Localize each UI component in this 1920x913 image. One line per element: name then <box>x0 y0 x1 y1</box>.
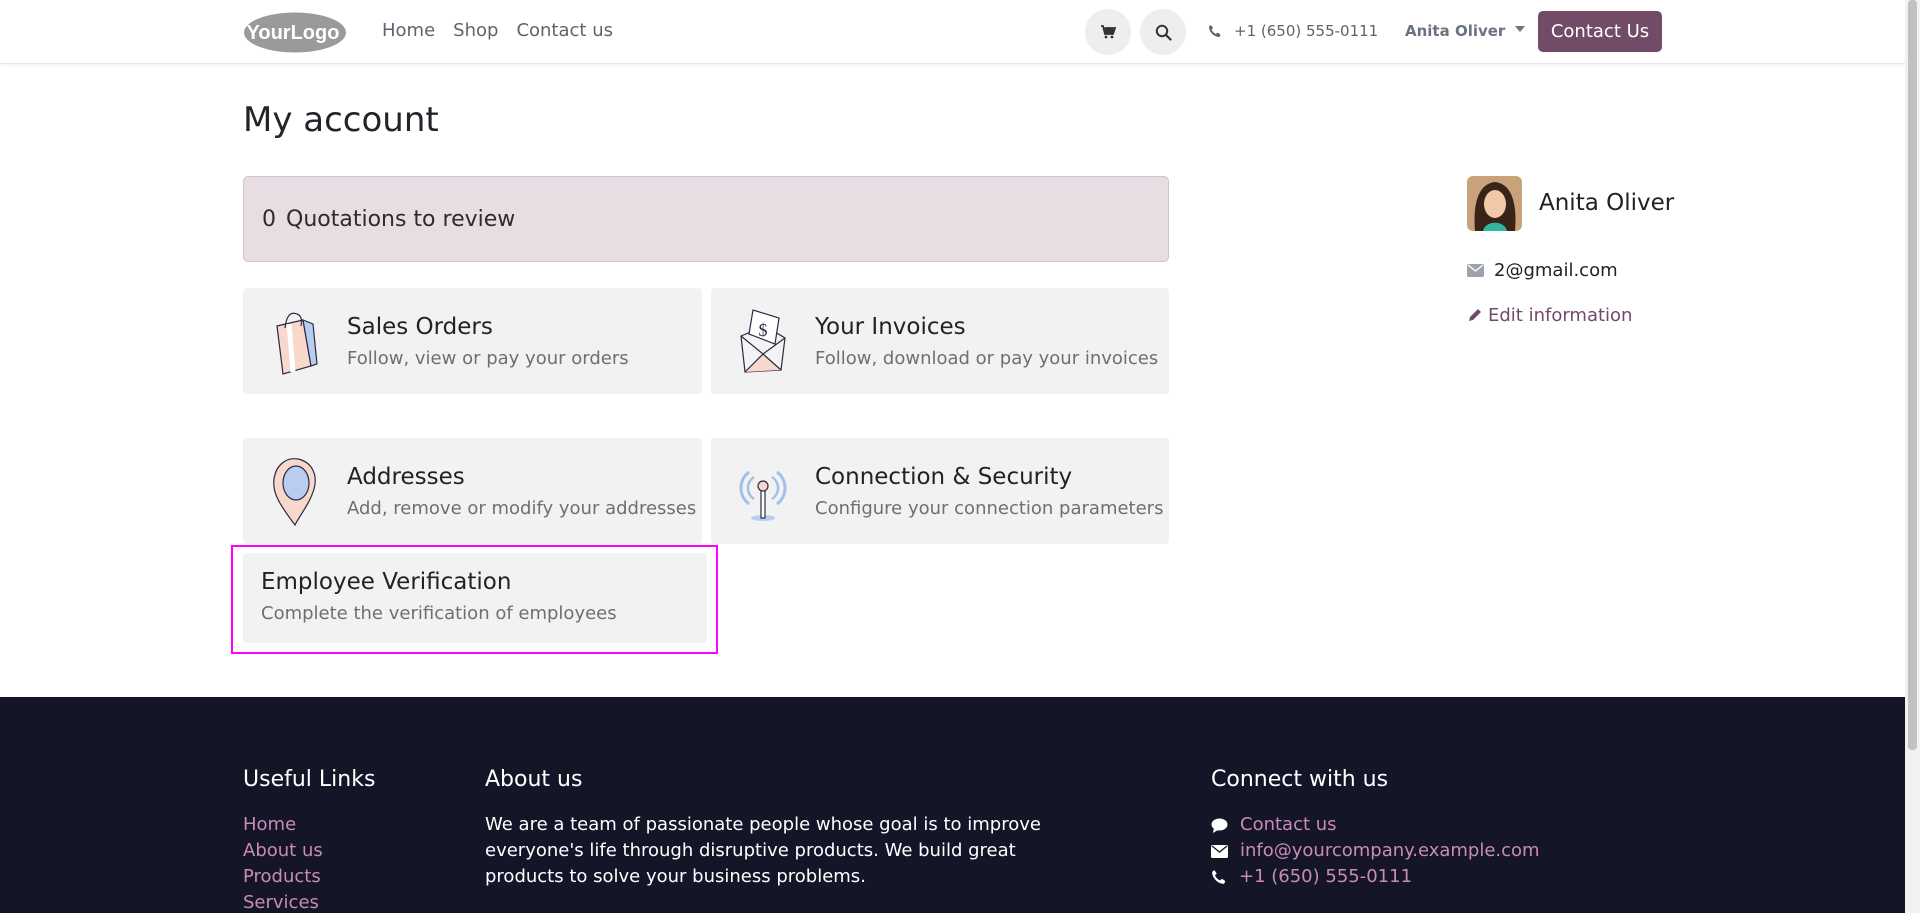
card-title: Connection & Security <box>815 463 1073 490</box>
search-icon <box>1155 24 1172 41</box>
footer-link-services[interactable]: Services <box>243 890 323 913</box>
card-subtitle: Follow, download or pay your invoices <box>815 347 1159 369</box>
card-subtitle: Configure your connection parameters <box>815 497 1164 519</box>
svg-text:$: $ <box>759 320 768 340</box>
cart-button[interactable] <box>1085 9 1131 55</box>
quotations-count: 0 <box>262 206 276 232</box>
footer-link-home[interactable]: Home <box>243 812 323 838</box>
edit-information-label: Edit information <box>1488 305 1633 326</box>
connect-title: Connect with us <box>1211 767 1389 792</box>
cart-icon <box>1101 25 1116 39</box>
header-phone-text: +1 (650) 555-0111 <box>1234 22 1379 40</box>
invoice-envelope-icon: $ <box>740 309 786 373</box>
connect-list: Contact us info@yourcompany.example.com … <box>1211 812 1540 890</box>
card-your-invoices[interactable]: $ Your Invoices Follow, download or pay … <box>711 288 1169 394</box>
main-nav: Home Shop Contact us <box>382 20 613 41</box>
about-us-title: About us <box>485 767 583 792</box>
card-addresses[interactable]: Addresses Add, remove or modify your add… <box>243 438 702 544</box>
profile-email-text: 2@gmail.com <box>1494 260 1618 281</box>
antenna-icon <box>739 470 787 521</box>
card-title: Your Invoices <box>815 313 966 340</box>
quotations-to-review[interactable]: 0 Quotations to review <box>243 176 1169 262</box>
footer-email-label: info@yourcompany.example.com <box>1240 840 1540 861</box>
site-footer: Useful Links Home About us Products Serv… <box>0 697 1905 913</box>
envelope-icon <box>1467 264 1484 277</box>
contact-us-button[interactable]: Contact Us <box>1538 11 1662 52</box>
pencil-icon <box>1469 309 1481 321</box>
footer-contact-us[interactable]: Contact us <box>1211 812 1540 838</box>
nav-shop[interactable]: Shop <box>453 20 498 41</box>
card-title: Sales Orders <box>347 313 493 340</box>
site-header: YourLogo Home Shop Contact us +1 (650) 5… <box>0 0 1905 64</box>
edit-information-link[interactable]: Edit information <box>1467 305 1632 326</box>
quotations-label: Quotations to review <box>286 206 516 232</box>
footer-phone-label: +1 (650) 555-0111 <box>1239 866 1413 887</box>
map-pin-icon <box>273 458 316 527</box>
card-employee-verification[interactable]: Employee Verification Complete the verif… <box>243 553 707 643</box>
phone-icon <box>1209 25 1221 37</box>
footer-email[interactable]: info@yourcompany.example.com <box>1211 838 1540 864</box>
footer-link-products[interactable]: Products <box>243 864 323 890</box>
user-dropdown[interactable]: Anita Oliver <box>1405 22 1526 40</box>
card-title: Employee Verification <box>261 569 512 595</box>
profile-email: 2@gmail.com <box>1467 260 1618 281</box>
nav-contact-us[interactable]: Contact us <box>516 20 613 41</box>
footer-link-about-us[interactable]: About us <box>243 838 323 864</box>
card-subtitle: Follow, view or pay your orders <box>347 347 629 369</box>
envelope-icon <box>1211 844 1228 858</box>
card-connection-security[interactable]: Connection & Security Configure your con… <box>711 438 1169 544</box>
user-name: Anita Oliver <box>1405 22 1506 40</box>
company-logo[interactable]: YourLogo <box>243 12 347 53</box>
page-scrollbar[interactable] <box>1905 0 1920 913</box>
header-phone[interactable]: +1 (650) 555-0111 <box>1208 22 1378 40</box>
card-subtitle: Add, remove or modify your addresses <box>347 497 697 519</box>
chevron-down-icon <box>1515 26 1526 32</box>
card-subtitle: Complete the verification of employees <box>261 603 617 624</box>
chat-icon <box>1211 818 1228 833</box>
about-us-text: We are a team of passionate people whose… <box>485 814 1041 887</box>
profile-name: Anita Oliver <box>1539 190 1675 216</box>
nav-home[interactable]: Home <box>382 20 435 41</box>
avatar <box>1467 176 1522 231</box>
useful-links-title: Useful Links <box>243 767 376 792</box>
useful-links-list: Home About us Products Services <box>243 812 323 913</box>
footer-phone[interactable]: +1 (650) 555-0111 <box>1211 864 1540 890</box>
page-title: My account <box>243 100 439 140</box>
scrollbar-thumb[interactable] <box>1908 0 1917 750</box>
search-button[interactable] <box>1140 9 1186 55</box>
svg-text:YourLogo: YourLogo <box>247 22 340 44</box>
footer-contact-us-label: Contact us <box>1240 814 1337 835</box>
card-title: Addresses <box>347 463 465 490</box>
phone-icon <box>1212 870 1226 884</box>
shopping-bag-icon <box>276 312 318 375</box>
card-sales-orders[interactable]: Sales Orders Follow, view or pay your or… <box>243 288 702 394</box>
